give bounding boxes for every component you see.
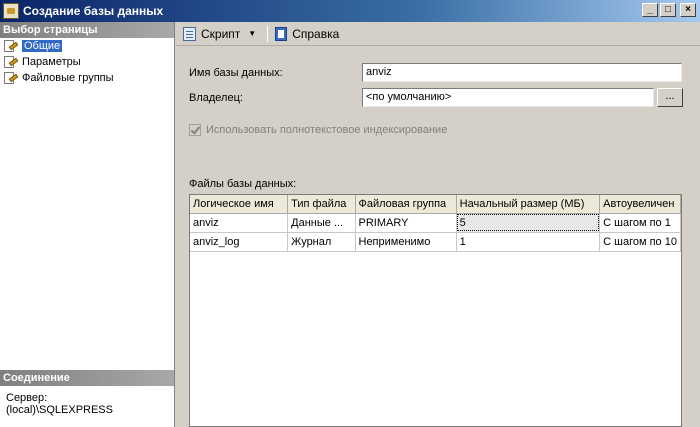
logical-name-cell[interactable]: anviz_log (190, 232, 289, 252)
column-header-file-type[interactable]: Тип файла (287, 195, 356, 214)
fulltext-label: Использовать полнотекстовое индексирован… (206, 124, 448, 136)
close-button[interactable]: × (680, 3, 696, 17)
window-title: Создание базы данных (23, 4, 164, 18)
toolbar: Скрипт ▼ Справка (176, 22, 700, 46)
browse-owner-button[interactable]: ... (657, 88, 683, 107)
page-selector-panel: Выбор страницы Общие Параметры Файловые … (0, 22, 175, 427)
column-header-initial-size[interactable]: Начальный размер (МБ) (456, 195, 601, 214)
toolbar-separator (267, 25, 269, 42)
page-icon (3, 55, 19, 69)
minimize-button[interactable]: _ (642, 3, 658, 17)
database-icon (3, 3, 19, 19)
page-icon (3, 71, 19, 85)
file-type-cell[interactable]: Данные ... (287, 213, 356, 233)
column-header-filegroup[interactable]: Файловая группа (355, 195, 457, 214)
dbname-label: Имя базы данных: (189, 67, 283, 79)
server-label: Сервер: (6, 392, 48, 404)
script-icon (182, 26, 198, 42)
owner-label: Владелец: (189, 92, 243, 104)
chevron-down-icon[interactable]: ▼ (248, 29, 256, 38)
files-label: Файлы базы данных: (189, 178, 297, 190)
page-selector-header: Выбор страницы (0, 22, 174, 38)
initial-size-cell[interactable]: 5 (456, 213, 601, 233)
sidebar-item-label: Файловые группы (22, 72, 114, 84)
help-label: Справка (292, 26, 340, 41)
table-row[interactable]: anviz_log Журнал Неприменимо 1 С шагом п… (190, 232, 681, 252)
logical-name-cell[interactable]: anviz (190, 213, 289, 233)
database-files-grid[interactable]: Логическое имя Тип файла Файловая группа… (189, 194, 682, 427)
connection-info: Сервер: (local)\SQLEXPRESS (0, 386, 174, 427)
script-button[interactable]: Скрипт ▼ (179, 24, 265, 44)
column-header-logical-name[interactable]: Логическое имя (190, 195, 289, 214)
sidebar-item-filegroups[interactable]: Файловые группы (0, 70, 174, 86)
filegroup-cell[interactable]: Неприменимо (355, 232, 457, 252)
general-page: Имя базы данных: anviz Владелец: <по умо… (176, 47, 700, 427)
script-label: Скрипт (201, 26, 241, 41)
window-controls: _ □ × (642, 3, 696, 17)
fulltext-checkbox[interactable] (189, 124, 201, 136)
autogrowth-cell[interactable]: С шагом по 1 (599, 213, 681, 233)
page-icon (3, 39, 19, 53)
sidebar-item-label: Общие (22, 40, 63, 52)
maximize-button[interactable]: □ (660, 3, 676, 17)
sidebar-item-general[interactable]: Общие (0, 38, 174, 54)
help-button[interactable]: Справка (270, 24, 342, 44)
server-value: (local)\SQLEXPRESS (6, 404, 113, 416)
sidebar-item-options[interactable]: Параметры (0, 54, 174, 70)
initial-size-cell[interactable]: 1 (456, 232, 601, 252)
dbname-field[interactable]: anviz (362, 63, 682, 82)
sidebar-item-label: Параметры (22, 56, 81, 68)
main-panel: Скрипт ▼ Справка Имя базы данных: anviz … (176, 22, 700, 427)
help-icon (273, 26, 289, 42)
filegroup-cell[interactable]: PRIMARY (355, 213, 457, 233)
fulltext-option: Использовать полнотекстовое индексирован… (189, 124, 447, 136)
title-bar: Создание базы данных _ □ × (0, 0, 700, 22)
table-row[interactable]: anviz Данные ... PRIMARY 5 С шагом по 1 (190, 213, 681, 233)
owner-field[interactable]: <по умолчанию> (362, 88, 654, 107)
autogrowth-cell[interactable]: С шагом по 10 (599, 232, 681, 252)
column-header-autogrowth[interactable]: Автоувеличен (599, 195, 681, 214)
file-type-cell[interactable]: Журнал (287, 232, 356, 252)
connection-header: Соединение (0, 370, 174, 386)
